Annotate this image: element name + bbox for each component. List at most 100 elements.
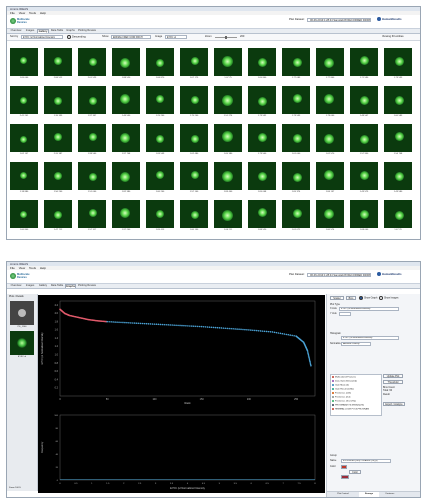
- gallery-thumbnail[interactable]: 1.62 480: [180, 124, 208, 158]
- show-select[interactable]: EDFMod (DEF CODI RFCH: [111, 35, 151, 39]
- gallery-thumbnail[interactable]: 1.66 870: [146, 48, 174, 82]
- show-graph-radio[interactable]: Show Graph: [359, 296, 377, 300]
- gallery-thumbnail[interactable]: 1.60 574: [316, 200, 344, 234]
- gallery-thumbnail[interactable]: 1.65 413: [146, 200, 174, 234]
- tab-images[interactable]: Images: [24, 284, 36, 288]
- gallery-thumbnail[interactable]: 1.65 048: [248, 162, 276, 196]
- color-button[interactable]: Color: [349, 470, 361, 474]
- image-select[interactable]: EYFC ul: [165, 35, 187, 39]
- gallery-thumbnail[interactable]: 1.43 575: [350, 162, 378, 196]
- zoom-slider[interactable]: [215, 36, 237, 39]
- threshold-button[interactable]: Threshold: [383, 380, 403, 384]
- gallery-thumbnail[interactable]: 1.65 000: [10, 48, 38, 82]
- gallery-thumbnail[interactable]: 1.82 380: [112, 162, 140, 196]
- tab-graphs[interactable]: Graphs: [65, 29, 76, 33]
- color-swatch[interactable]: [341, 465, 347, 469]
- gallery-thumbnail[interactable]: 1.65 840: [248, 48, 276, 82]
- help-link[interactable]: HumanResults: [377, 17, 402, 22]
- gallery-thumbnail[interactable]: 1.83 400: [214, 162, 242, 196]
- gallery-thumbnail[interactable]: 1.65 380: [214, 124, 242, 158]
- charts-svg[interactable]: 0.20.40.60.81.01.21.41.61.82.02.20 50 100 1…: [38, 295, 325, 493]
- tab-features[interactable]: Features: [380, 492, 400, 497]
- tab-plot-control[interactable]: Plot Control: [328, 492, 358, 497]
- gallery-thumbnail[interactable]: 1.54 748: [384, 124, 412, 158]
- gallery-thumbnail[interactable]: 1.35 335: [44, 86, 72, 120]
- gallery-thumbnail[interactable]: 1.75 200: [180, 86, 208, 120]
- dataset-select[interactable]: 06-06-2019 1:28:44 Sample1F8 RECORDED D0…: [307, 273, 371, 277]
- gallery-thumbnail[interactable]: 1.48 547: [350, 86, 378, 120]
- gallery-thumbnail[interactable]: 1.07 75: [214, 48, 242, 82]
- image-thumbnail[interactable]: [10, 331, 34, 355]
- tab-gallery[interactable]: Gallery: [37, 284, 49, 288]
- gallery-thumbnail[interactable]: 1.83 559: [146, 124, 174, 158]
- gallery-thumbnail[interactable]: 1.97 240: [112, 200, 140, 234]
- gallery-thumbnail[interactable]: 1.88 520: [248, 200, 276, 234]
- gallery-thumbnail[interactable]: 1.84 157: [316, 162, 344, 196]
- gallery-thumbnail[interactable]: 1.51 000: [78, 162, 106, 196]
- gallery-thumbnail[interactable]: 1.61 071: [282, 200, 310, 234]
- gallery-thumbnail[interactable]: 1.60 200: [146, 162, 174, 196]
- legend-item[interactable]: HEMIRALCODE FOOLPROGRAM: [332, 408, 369, 412]
- gallery-thumbnail[interactable]: 1.57 100: [180, 162, 208, 196]
- y-axis-select[interactable]: [339, 312, 351, 316]
- gallery-thumbnail[interactable]: 1.65 374: [282, 162, 310, 196]
- gallery-thumbnail[interactable]: 1.77 085: [282, 48, 310, 82]
- gallery-thumbnail[interactable]: 1.60 800: [10, 200, 38, 234]
- gallery-thumbnail[interactable]: 1.98 560: [78, 124, 106, 158]
- histogram-select[interactable]: EYFC (ul Normalized Intensity: [341, 336, 399, 340]
- export-button[interactable]: Export / Analyze: [383, 402, 405, 406]
- tab-overview[interactable]: Overview: [9, 29, 23, 33]
- gallery-thumbnail[interactable]: 1.46 550: [112, 86, 140, 120]
- gallery-thumbnail[interactable]: 1.73 532: [248, 86, 276, 120]
- gallery-thumbnail[interactable]: 1.77 840: [316, 48, 344, 82]
- gallery-thumbnail[interactable]: 2.61 523: [78, 48, 106, 82]
- gallery-thumbnail[interactable]: 1.60 150: [180, 200, 208, 234]
- gallery-thumbnail[interactable]: 2.41 201: [10, 86, 38, 120]
- gallery-thumbnail[interactable]: 1.57 317: [78, 200, 106, 234]
- gallery-thumbnail[interactable]: 1.97 357: [78, 86, 106, 120]
- bins-button[interactable]: Bins: [346, 296, 356, 300]
- gallery-thumbnail[interactable]: 2.86 512: [44, 48, 72, 82]
- plot-thumbnail[interactable]: [10, 301, 34, 325]
- gallery-thumbnail[interactable]: 1.60 583: [384, 86, 412, 120]
- gallery-thumbnail[interactable]: 1.25 200: [146, 86, 174, 120]
- gallery-thumbnail[interactable]: 1.47 712: [44, 200, 72, 234]
- update-plot-button[interactable]: Update Plot: [383, 374, 403, 378]
- tab-overview[interactable]: Overview: [9, 284, 23, 288]
- name-field[interactable]: EXTENDED(100) CLEANUP(10)(3): [341, 459, 391, 463]
- tab-plotting-review[interactable]: Plotting Review: [77, 284, 97, 288]
- gallery-thumbnail[interactable]: 1.67 175: [180, 48, 208, 82]
- delete-button[interactable]: [341, 475, 349, 479]
- descending-checkbox[interactable]: Descending: [67, 35, 86, 39]
- tab-data-table[interactable]: Data Table: [50, 29, 64, 33]
- plot-area[interactable]: 0.2 0.4 0.6 0.8 1.0 1.2 1.4 1.6 1.8 2.0 2.2 0 50 100 1…: [38, 295, 325, 493]
- gallery-thumbnail[interactable]: 1.71 590: [350, 48, 378, 82]
- gallery-thumbnail[interactable]: 1.61 000: [282, 124, 310, 158]
- tab-storage[interactable]: Storage: [359, 492, 379, 497]
- zoom-slider-knob[interactable]: [225, 36, 227, 39]
- tab-data-table[interactable]: Data Table: [50, 284, 64, 288]
- show-images-radio[interactable]: Show Images: [379, 296, 398, 300]
- tab-images[interactable]: Images: [24, 29, 36, 33]
- gallery-thumbnail[interactable]: 1.88 520: [112, 48, 140, 82]
- gallery-thumbnail[interactable]: 1.50 200: [44, 162, 72, 196]
- x-axis-select[interactable]: EYFC (ul Normalized Intensity: [339, 307, 399, 311]
- gallery-thumbnail[interactable]: 1.73 533: [282, 86, 310, 120]
- gallery-thumbnail[interactable]: 1.62 570: [316, 124, 344, 158]
- tab-graphs[interactable]: Graphs: [65, 284, 76, 288]
- normalize-select[interactable]: Absolute Density: [341, 342, 371, 346]
- gallery-thumbnail[interactable]: 1.79 000: [316, 86, 344, 120]
- tab-gallery[interactable]: Gallery: [37, 29, 49, 33]
- left-zoom[interactable]: Zoom 100%: [9, 487, 21, 489]
- sort-select[interactable]: EYFC (ul Normalized Intensity: [21, 35, 63, 39]
- help-link[interactable]: HumanResults: [377, 272, 402, 277]
- tab-plotting-review[interactable]: Plotting Review: [77, 29, 97, 33]
- gallery-thumbnail[interactable]: 1.51 274: [214, 86, 242, 120]
- gallery-thumbnail[interactable]: 1.73 540: [248, 124, 276, 158]
- gallery-thumbnail[interactable]: 1.18 880: [10, 162, 38, 196]
- gallery-thumbnail[interactable]: 2.20 387: [44, 124, 72, 158]
- gallery-thumbnail[interactable]: 1.97 748: [112, 124, 140, 158]
- gallery-thumbnail[interactable]: 1.43 580: [384, 162, 412, 196]
- gallery-thumbnail[interactable]: 1.57 950: [350, 124, 378, 158]
- gallery-thumbnail[interactable]: 1.62 157: [10, 124, 38, 158]
